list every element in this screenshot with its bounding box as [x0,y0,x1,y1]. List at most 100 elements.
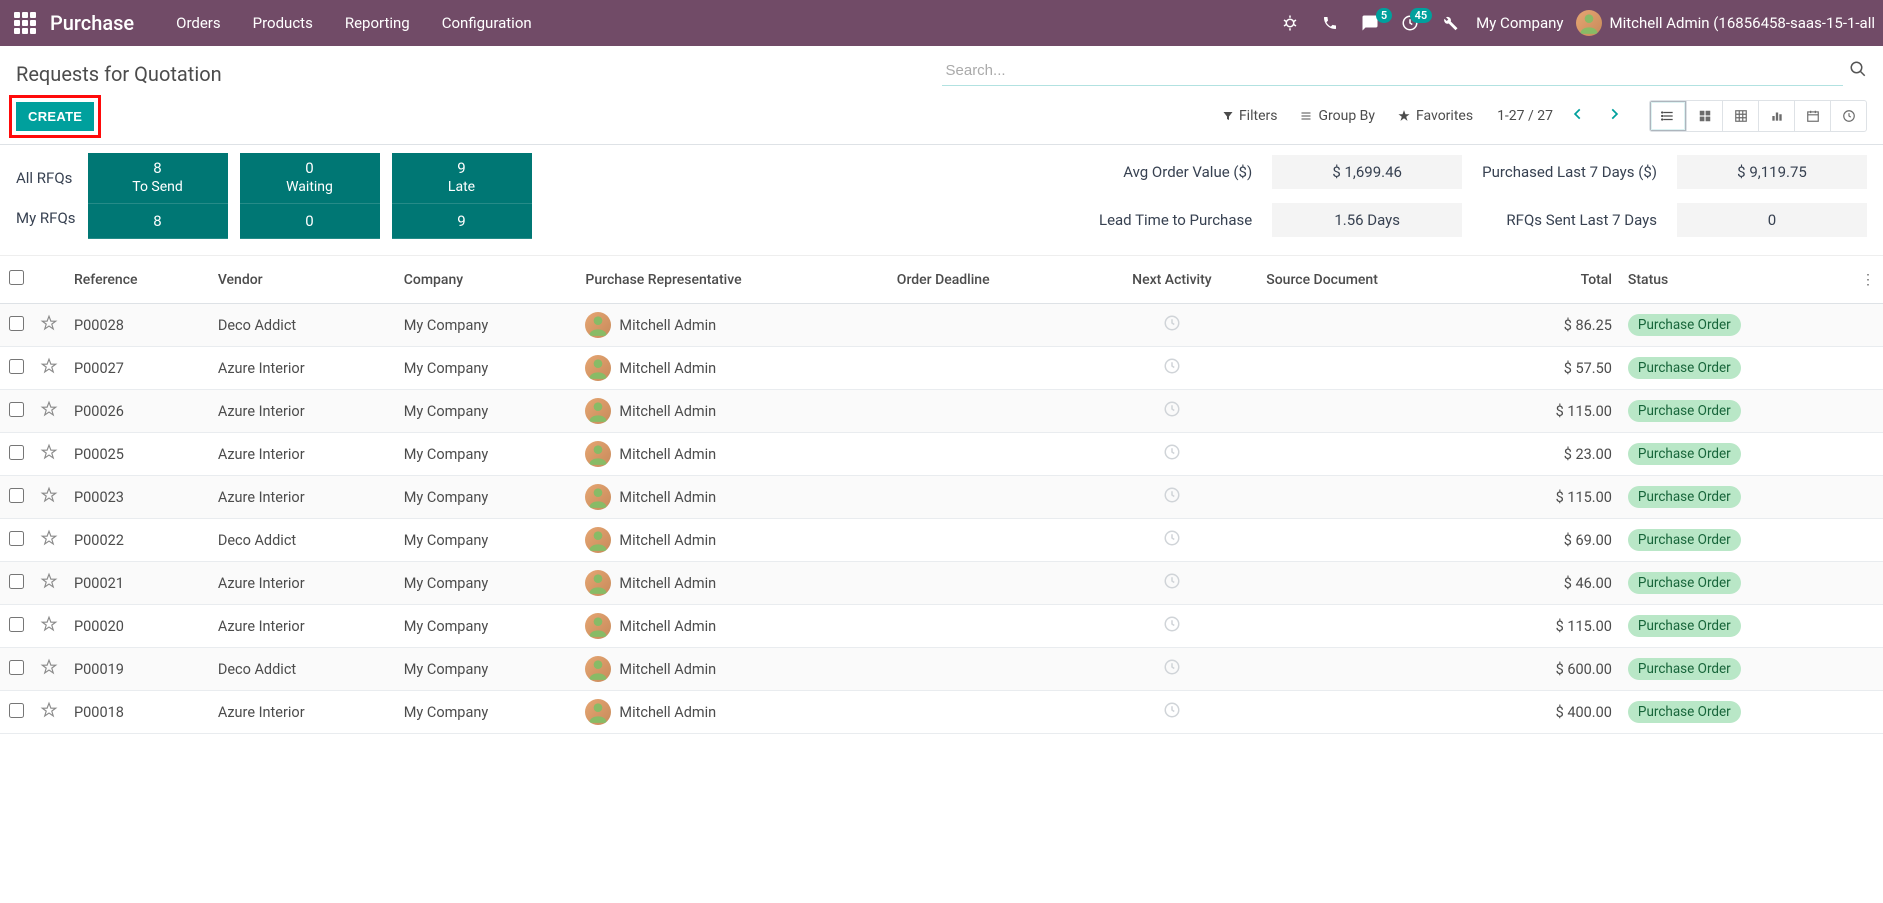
activity-icon[interactable] [1086,648,1259,691]
dash-card-my-2[interactable]: 9 [392,204,532,239]
cell-rep: Mitchell Admin [577,562,888,605]
table-row[interactable]: P00023 Azure Interior My Company Mitchel… [0,476,1883,519]
view-list-icon[interactable] [1650,101,1686,131]
star-icon[interactable] [32,562,66,605]
dash-row-all[interactable]: All RFQs [16,169,76,187]
cell-source [1258,691,1489,734]
status-badge: Purchase Order [1628,357,1741,379]
dash-card-my-1[interactable]: 0 [240,204,380,239]
star-icon[interactable] [32,648,66,691]
activity-icon[interactable] [1086,476,1259,519]
th-vendor[interactable]: Vendor [210,256,396,304]
nav-reporting[interactable]: Reporting [331,8,424,38]
pager-label[interactable]: 1-27 / 27 [1497,108,1553,124]
table-row[interactable]: P00027 Azure Interior My Company Mitchel… [0,347,1883,390]
table-row[interactable]: P00021 Azure Interior My Company Mitchel… [0,562,1883,605]
cell-vendor: Deco Addict [210,519,396,562]
search-input[interactable] [942,56,1844,86]
view-pivot-icon[interactable] [1722,101,1758,131]
bug-icon[interactable] [1276,14,1304,32]
nav-configuration[interactable]: Configuration [428,8,546,38]
th-total[interactable]: Total [1489,256,1620,304]
star-icon[interactable] [32,476,66,519]
dash-card-late[interactable]: 9 Late [392,153,532,204]
activity-icon[interactable] [1086,347,1259,390]
activity-icon[interactable] [1086,519,1259,562]
table-row[interactable]: P00028 Deco Addict My Company Mitchell A… [0,304,1883,347]
table-row[interactable]: P00022 Deco Addict My Company Mitchell A… [0,519,1883,562]
th-deadline[interactable]: Order Deadline [889,256,1086,304]
activity-icon[interactable] [1086,304,1259,347]
view-activity-icon[interactable] [1830,101,1866,131]
row-checkbox[interactable] [9,316,24,331]
dash-card-to send[interactable]: 8 To Send [88,153,228,204]
row-checkbox[interactable] [9,617,24,632]
activity-icon[interactable] [1086,691,1259,734]
table-row[interactable]: P00020 Azure Interior My Company Mitchel… [0,605,1883,648]
cell-reference: P00028 [66,304,210,347]
company-selector[interactable]: My Company [1476,14,1563,32]
table-row[interactable]: P00026 Azure Interior My Company Mitchel… [0,390,1883,433]
import-icon[interactable] [118,106,134,126]
pager-next-icon[interactable] [1603,103,1625,129]
star-icon[interactable] [32,519,66,562]
view-kanban-icon[interactable] [1686,101,1722,131]
favorites-button[interactable]: Favorites [1397,108,1473,124]
star-icon[interactable] [32,691,66,734]
row-checkbox[interactable] [9,445,24,460]
table-row[interactable]: P00019 Deco Addict My Company Mitchell A… [0,648,1883,691]
cell-vendor: Deco Addict [210,648,396,691]
activities-icon[interactable]: 45 [1396,14,1424,32]
activity-icon[interactable] [1086,433,1259,476]
table-row[interactable]: P00025 Azure Interior My Company Mitchel… [0,433,1883,476]
star-icon[interactable] [32,605,66,648]
th-source[interactable]: Source Document [1258,256,1489,304]
cell-status: Purchase Order [1620,304,1853,347]
row-checkbox[interactable] [9,488,24,503]
table-row[interactable]: P00018 Azure Interior My Company Mitchel… [0,691,1883,734]
user-name: Mitchell Admin (16856458-saas-15-1-all [1610,14,1876,32]
th-rep[interactable]: Purchase Representative [577,256,888,304]
row-checkbox[interactable] [9,574,24,589]
cell-company: My Company [396,433,578,476]
nav-products[interactable]: Products [239,8,327,38]
create-button[interactable]: CREATE [16,102,94,131]
activity-icon[interactable] [1086,390,1259,433]
select-all-checkbox[interactable] [9,270,24,285]
pager-prev-icon[interactable] [1567,103,1589,129]
tools-icon[interactable] [1436,14,1464,32]
app-brand[interactable]: Purchase [50,11,134,35]
view-graph-icon[interactable] [1758,101,1794,131]
cell-source [1258,648,1489,691]
search-icon[interactable] [1849,60,1867,82]
th-reference[interactable]: Reference [66,256,210,304]
phone-icon[interactable] [1316,15,1344,31]
star-icon[interactable] [32,390,66,433]
messages-icon[interactable]: 5 [1356,14,1384,32]
dash-card-waiting[interactable]: 0 Waiting [240,153,380,204]
row-checkbox[interactable] [9,531,24,546]
cell-vendor: Azure Interior [210,605,396,648]
th-next[interactable]: Next Activity [1086,256,1259,304]
th-status[interactable]: Status [1620,256,1853,304]
star-icon[interactable] [32,347,66,390]
filters-button[interactable]: Filters [1222,108,1278,124]
view-calendar-icon[interactable] [1794,101,1830,131]
columns-menu-icon[interactable]: ⋮ [1853,256,1883,304]
row-checkbox[interactable] [9,359,24,374]
row-checkbox[interactable] [9,660,24,675]
nav-orders[interactable]: Orders [162,8,235,38]
activity-icon[interactable] [1086,605,1259,648]
dash-card-my-0[interactable]: 8 [88,204,228,239]
star-icon[interactable] [32,433,66,476]
groupby-button[interactable]: Group By [1299,108,1375,124]
dash-row-my[interactable]: My RFQs [16,209,76,227]
user-menu[interactable]: Mitchell Admin (16856458-saas-15-1-all [1576,10,1876,36]
th-company[interactable]: Company [396,256,578,304]
activity-icon[interactable] [1086,562,1259,605]
star-icon[interactable] [32,304,66,347]
cell-source [1258,347,1489,390]
row-checkbox[interactable] [9,402,24,417]
row-checkbox[interactable] [9,703,24,718]
apps-icon[interactable] [14,12,36,34]
